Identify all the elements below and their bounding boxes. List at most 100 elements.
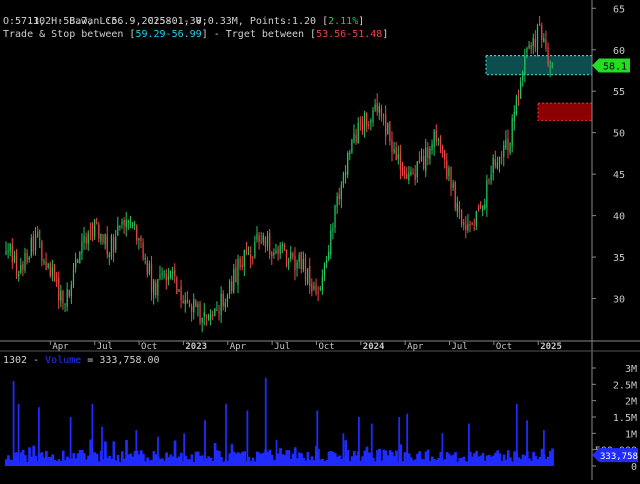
candle-body xyxy=(87,233,89,244)
candle-body xyxy=(513,111,515,122)
candle-body xyxy=(190,306,193,312)
candle-body xyxy=(201,317,203,323)
candle-body xyxy=(302,259,305,270)
candle-body xyxy=(401,168,404,171)
candle-body xyxy=(250,254,252,259)
candle-body xyxy=(43,261,45,263)
candle-body xyxy=(7,250,9,252)
candle-body xyxy=(275,250,277,254)
candle-body xyxy=(292,253,294,257)
volume-spike xyxy=(157,436,159,466)
price-tick-label: 55 xyxy=(613,87,625,98)
candle-body xyxy=(399,153,402,170)
candle-body xyxy=(273,252,275,256)
candle-body xyxy=(541,25,543,40)
candle-body xyxy=(357,122,359,144)
candle-body xyxy=(30,238,32,257)
volume-spike xyxy=(264,377,267,466)
volume-spike xyxy=(101,426,103,466)
candle-body xyxy=(127,221,129,223)
candle-body xyxy=(252,256,254,258)
candle-body xyxy=(534,38,537,48)
candle-body xyxy=(264,237,267,247)
candle-body xyxy=(115,236,117,250)
volume-tick-label: 0 xyxy=(631,462,637,473)
candle-body xyxy=(408,172,410,181)
candle-body xyxy=(517,95,520,97)
candle-body xyxy=(486,180,488,208)
candle-body xyxy=(536,26,539,51)
candle-body xyxy=(72,269,75,286)
candle-body xyxy=(197,303,199,307)
candle-body xyxy=(450,167,452,189)
time-tick-label: Oct xyxy=(496,342,512,352)
candle-body xyxy=(422,156,425,169)
volume-spike xyxy=(135,430,138,466)
volume-spike xyxy=(542,430,545,466)
candle-body xyxy=(108,254,110,257)
candle-body xyxy=(420,155,423,161)
candle-body xyxy=(171,271,174,274)
candle-body xyxy=(543,38,545,43)
candle-body xyxy=(482,206,484,211)
time-tick-label: 2024 xyxy=(363,342,385,352)
candle-body xyxy=(131,223,134,225)
volume-tick-label: 3M xyxy=(625,364,637,375)
price-tick-label: 65 xyxy=(613,4,625,15)
time-tick-label: Apr xyxy=(407,342,424,352)
candle-body xyxy=(89,230,91,232)
time-tick-label: Jul xyxy=(452,342,468,352)
candle-body xyxy=(370,119,372,123)
candle-body xyxy=(146,261,148,275)
candle-body xyxy=(363,113,366,130)
candle-body xyxy=(62,291,64,304)
candle-body xyxy=(161,273,163,275)
price-tick-label: 40 xyxy=(613,212,625,223)
candle-body xyxy=(530,45,532,50)
candle-body xyxy=(380,108,383,116)
candle-body xyxy=(389,121,391,142)
candle-body xyxy=(353,133,355,143)
candle-body xyxy=(300,251,302,269)
candle-body xyxy=(55,280,58,282)
candle-body xyxy=(148,263,151,273)
candle-body xyxy=(336,196,338,207)
candle-body xyxy=(283,244,286,251)
candle-body xyxy=(304,256,307,282)
candle-body xyxy=(235,267,237,283)
candle-body xyxy=(549,66,551,68)
volume-tick-label: 1.5M xyxy=(613,413,637,424)
candle-body xyxy=(209,314,212,319)
price-tick-label: 60 xyxy=(613,46,625,57)
candle-body xyxy=(325,260,328,264)
candle-body xyxy=(385,114,387,137)
candle-body xyxy=(39,238,41,240)
candle-body xyxy=(231,281,233,292)
candle-body xyxy=(547,47,549,65)
candle-body xyxy=(79,252,81,264)
candle-body xyxy=(216,310,218,312)
volume-spike xyxy=(275,439,278,466)
candle-body xyxy=(41,241,43,261)
candle-body xyxy=(37,231,39,238)
candle-body xyxy=(330,230,332,255)
candle-body xyxy=(532,38,534,47)
candle-body xyxy=(355,134,357,142)
candle-body xyxy=(387,123,389,134)
candle-body xyxy=(70,284,73,296)
chart-svg[interactable]: 30 35 40 45 50 55 60 65 Apr Jul Oct 2023 Apr Jul Oct 20… xyxy=(0,0,640,480)
ohlc-values: O:57.1, H:58.7, L:56.9, C:58.1, V:0.33M,… xyxy=(3,16,329,27)
candle-body xyxy=(47,263,49,268)
candle-body xyxy=(269,232,271,255)
candle-body xyxy=(444,149,446,160)
volume-bar xyxy=(551,448,554,466)
volume-spike xyxy=(183,433,186,466)
candle-body xyxy=(167,276,170,281)
candle-body xyxy=(473,227,475,229)
candle-body xyxy=(393,149,395,153)
candle-body xyxy=(233,269,235,292)
volume-spike xyxy=(12,381,15,466)
candle-body xyxy=(184,300,186,304)
candle-body xyxy=(433,130,435,147)
candle-body xyxy=(429,148,431,159)
